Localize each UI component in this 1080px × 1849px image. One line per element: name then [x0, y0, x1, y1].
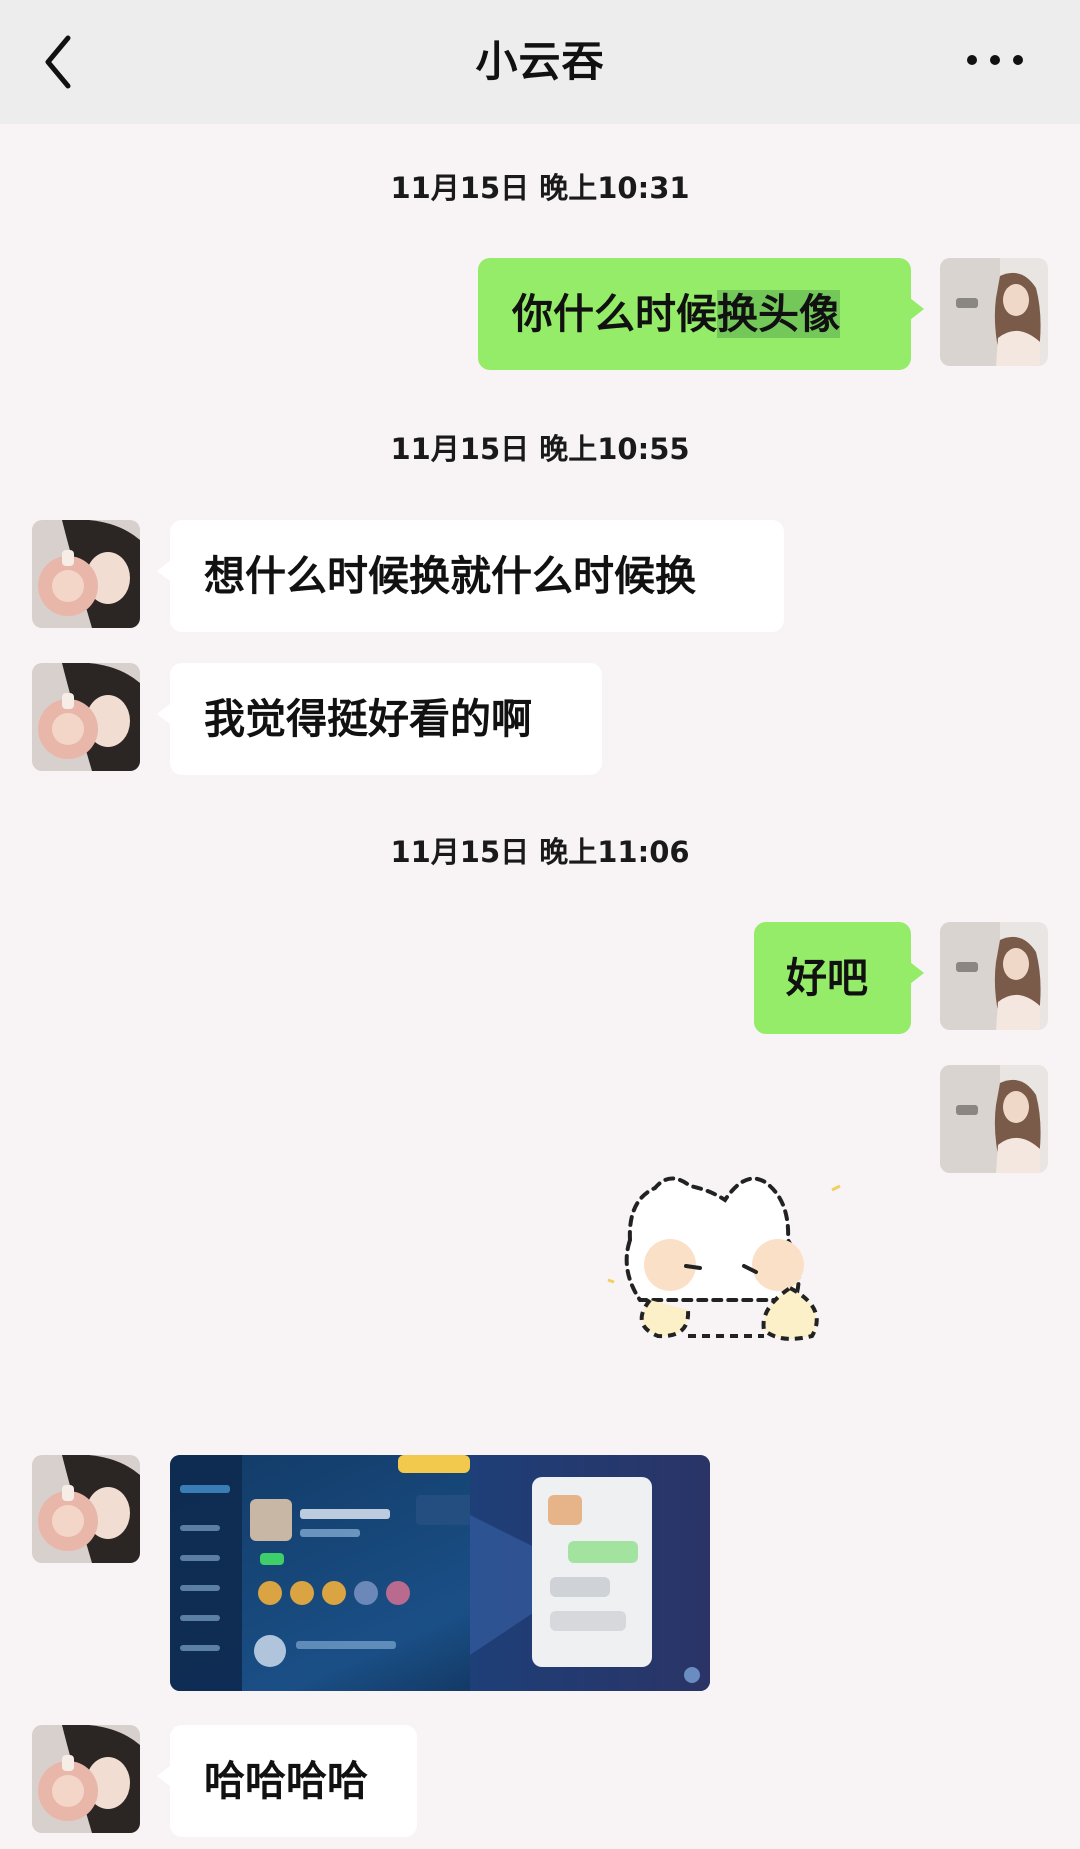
image-message[interactable]	[170, 1455, 710, 1691]
contact-avatar[interactable]	[32, 1455, 140, 1563]
selected-text: 换头像	[717, 290, 840, 338]
message-timestamp: 11月15日 晚上10:31	[390, 171, 690, 205]
avatar-photo-icon	[32, 663, 140, 771]
outgoing-message-bubble[interactable]: 你什么时候换头像	[478, 258, 924, 370]
avatar-photo-icon	[940, 258, 1048, 366]
avatar-photo-icon	[940, 1065, 1048, 1173]
chat-title: 小云吞	[475, 37, 605, 86]
avatar-photo-icon	[32, 1455, 140, 1563]
more-button[interactable]	[960, 34, 1030, 84]
message-timestamp: 11月15日 晚上11:06	[390, 835, 690, 869]
more-dots-icon	[967, 55, 1023, 65]
game-profile-screenshot	[170, 1455, 710, 1691]
incoming-message-bubble[interactable]: 我觉得挺好看的啊	[157, 663, 602, 775]
contact-avatar[interactable]	[32, 663, 140, 771]
my-avatar[interactable]	[940, 922, 1048, 1030]
incoming-message-bubble[interactable]: 哈哈哈哈	[157, 1725, 417, 1837]
contact-avatar[interactable]	[32, 1725, 140, 1833]
my-avatar[interactable]	[940, 1065, 1048, 1173]
sticker-message[interactable]	[600, 1160, 870, 1370]
avatar-photo-icon	[32, 520, 140, 628]
chat-header: 小云吞	[0, 0, 1080, 124]
message-text: 你什么时候	[512, 290, 717, 338]
outgoing-message-bubble[interactable]: 好吧	[754, 922, 924, 1034]
contact-avatar[interactable]	[32, 520, 140, 628]
incoming-message-bubble[interactable]: 想什么时候换就什么时候换	[157, 520, 784, 632]
avatar-photo-icon	[32, 1725, 140, 1833]
avatar-photo-icon	[940, 922, 1048, 1030]
my-avatar[interactable]	[940, 258, 1048, 366]
message-timestamp: 11月15日 晚上10:55	[390, 432, 690, 466]
cat-sticker-icon	[607, 1176, 841, 1341]
